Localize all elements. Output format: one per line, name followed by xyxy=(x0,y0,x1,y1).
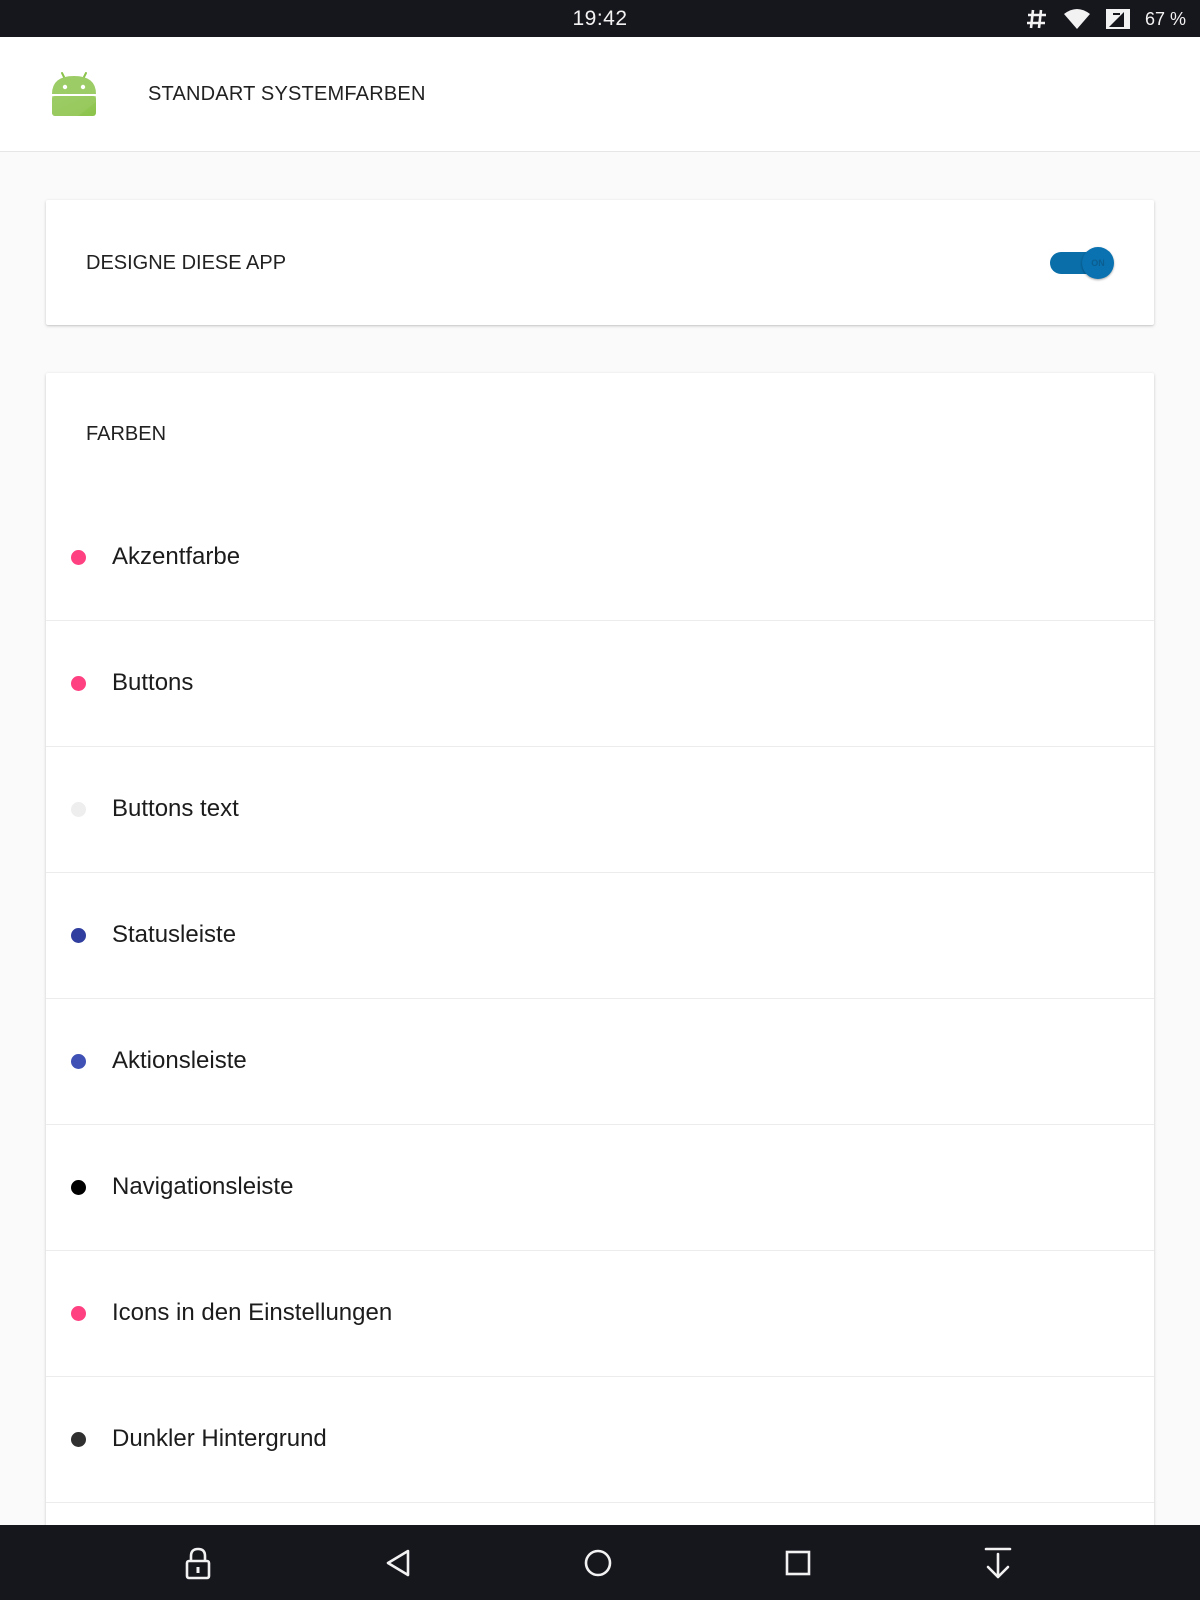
color-item-aktionsleiste[interactable]: Aktionsleiste xyxy=(46,999,1154,1125)
color-dot xyxy=(71,1306,86,1321)
download-button[interactable] xyxy=(978,1543,1018,1583)
color-item-navigationsleiste[interactable]: Navigationsleiste xyxy=(46,1125,1154,1251)
no-sim-icon xyxy=(1105,9,1130,29)
status-time: 19:42 xyxy=(572,7,628,30)
color-label: Buttons text xyxy=(112,795,239,822)
download-icon xyxy=(984,1547,1012,1579)
color-item-akzentfarbe[interactable]: Akzentfarbe xyxy=(46,495,1154,621)
color-label: Aktionsleiste xyxy=(112,1047,247,1074)
back-button[interactable] xyxy=(378,1543,418,1583)
color-label: Akzentfarbe xyxy=(112,543,241,570)
hash-icon xyxy=(1026,9,1046,29)
color-dot xyxy=(71,550,86,565)
colors-card: FARBEN Akzentfarbe Buttons Buttons text … xyxy=(46,373,1154,1600)
status-icons: 67 % xyxy=(1025,5,1186,33)
color-label: Navigationsleiste xyxy=(112,1173,294,1200)
color-list: Akzentfarbe Buttons Buttons text Statusl… xyxy=(46,495,1154,1503)
design-app-label: DESIGNE DIESE APP xyxy=(86,252,287,274)
color-dot xyxy=(71,1432,86,1447)
battery-level: 67 % xyxy=(1144,8,1186,29)
color-item-buttons-text[interactable]: Buttons text xyxy=(46,747,1154,873)
color-item-dunkler-hintergrund[interactable]: Dunkler Hintergrund xyxy=(46,1377,1154,1503)
design-app-toggle[interactable]: ON xyxy=(1048,247,1114,279)
color-dot xyxy=(71,676,86,691)
back-icon xyxy=(386,1549,410,1577)
color-item-icons-settings[interactable]: Icons in den Einstellungen xyxy=(46,1251,1154,1377)
color-label: Statusleiste xyxy=(112,921,237,948)
colors-section-title: FARBEN xyxy=(86,423,167,445)
home-button[interactable] xyxy=(578,1543,618,1583)
color-item-statusleiste[interactable]: Statusleiste xyxy=(46,873,1154,999)
android-logo xyxy=(52,72,96,116)
color-label: Dunkler Hintergrund xyxy=(112,1425,327,1452)
lock-icon xyxy=(185,1547,211,1580)
lock-button[interactable] xyxy=(178,1543,218,1583)
color-label: Icons in den Einstellungen xyxy=(112,1299,393,1326)
color-item-buttons[interactable]: Buttons xyxy=(46,621,1154,747)
color-dot xyxy=(71,1180,86,1195)
toggle-state-text: ON xyxy=(1091,258,1105,268)
recents-icon xyxy=(785,1550,811,1576)
color-dot xyxy=(71,802,86,817)
color-dot xyxy=(71,928,86,943)
design-app-card: DESIGNE DIESE APP ON xyxy=(46,200,1154,325)
toggle-thumb: ON xyxy=(1082,247,1114,279)
color-label: Buttons xyxy=(112,669,194,696)
status-bar: 19:42 67 % xyxy=(0,0,1200,37)
app-header: STANDART SYSTEMFARBEN xyxy=(0,37,1200,152)
color-dot xyxy=(71,1054,86,1069)
navigation-bar xyxy=(0,1525,1200,1600)
wifi-icon xyxy=(1063,9,1090,29)
home-icon xyxy=(584,1549,612,1577)
app-title: STANDART SYSTEMFARBEN xyxy=(148,83,426,105)
recents-button[interactable] xyxy=(778,1543,818,1583)
